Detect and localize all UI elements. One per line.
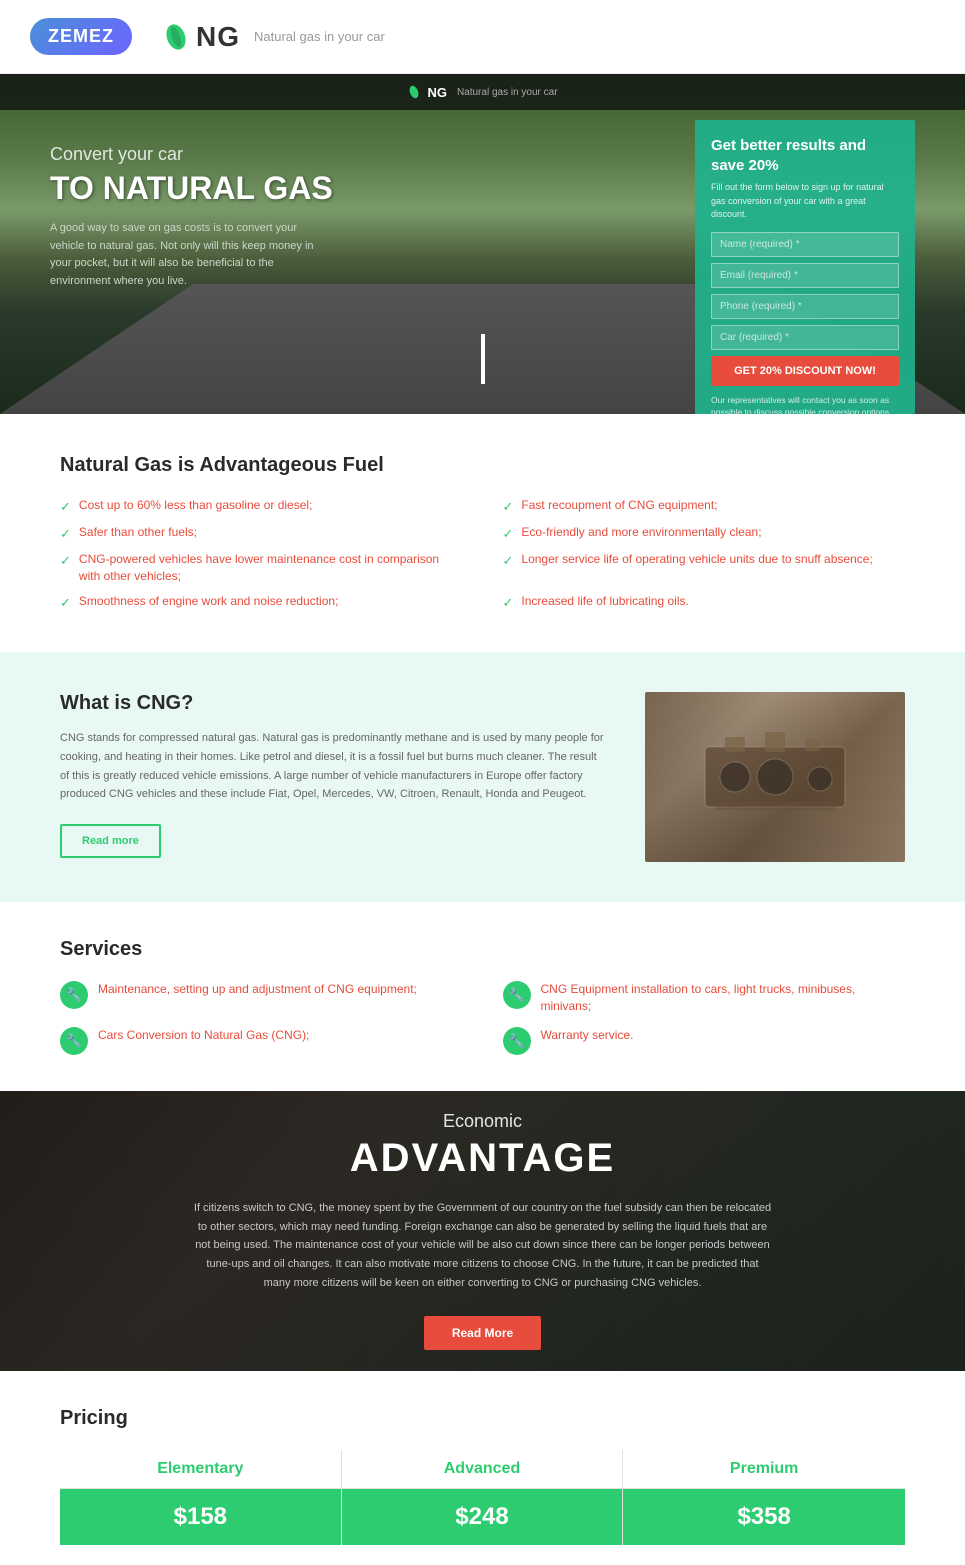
cng-content: What is CNG? CNG stands for compressed n… xyxy=(60,692,605,858)
advantage-text: CNG-powered vehicles have lower maintena… xyxy=(79,551,463,585)
engine-svg xyxy=(685,717,865,837)
name-input[interactable] xyxy=(711,232,899,257)
economic-section: Economic ADVANTAGE If citizens switch to… xyxy=(0,1091,965,1371)
pricing-price-box: $158 xyxy=(60,1489,341,1545)
pricing-price: $358 xyxy=(737,1503,790,1530)
cng-section: What is CNG? CNG stands for compressed n… xyxy=(0,652,965,902)
check-icon: ✓ xyxy=(60,594,71,612)
check-icon: ✓ xyxy=(503,525,514,543)
economic-subtitle: Economic xyxy=(443,1111,522,1132)
advantage-text: Increased life of lubricating oils. xyxy=(521,593,688,610)
services-grid: 🔧 Maintenance, setting up and adjustment … xyxy=(60,981,905,1055)
pricing-col: Elementary $158 xyxy=(60,1450,342,1545)
check-icon: ✓ xyxy=(60,552,71,570)
top-bar: ZEMEZ NG Natural gas in your car xyxy=(0,0,965,74)
zemez-logo[interactable]: ZEMEZ xyxy=(30,18,132,55)
service-item: 🔧 CNG Equipment installation to cars, lig… xyxy=(503,981,906,1015)
check-icon: ✓ xyxy=(503,594,514,612)
pricing-price-box: $358 xyxy=(623,1489,905,1545)
advantage-text: Eco-friendly and more environmentally cl… xyxy=(521,524,761,541)
engine-visual xyxy=(645,692,905,862)
advantage-text: Longer service life of operating vehicle… xyxy=(521,551,872,568)
cng-read-more-button[interactable]: Read more xyxy=(60,824,161,858)
service-text: CNG Equipment installation to cars, ligh… xyxy=(541,981,906,1015)
car-input[interactable] xyxy=(711,325,899,350)
hero-nav-leaf-icon xyxy=(407,85,421,99)
hero-nav: NG Natural gas in your car xyxy=(0,74,965,110)
advantage-item: ✓ CNG-powered vehicles have lower mainten… xyxy=(60,551,463,585)
service-icon: 🔧 xyxy=(503,981,531,1009)
advantage-item: ✓ Cost up to 60% less than gasoline or di… xyxy=(60,497,463,516)
ng-tagline-text: Natural gas in your car xyxy=(254,29,385,44)
service-text: Maintenance, setting up and adjustment o… xyxy=(98,981,417,998)
hero-content: Convert your car TO NATURAL GAS A good w… xyxy=(50,144,333,291)
check-icon: ✓ xyxy=(60,525,71,543)
cng-image xyxy=(645,692,905,862)
form-title: Get better results and save 20% xyxy=(711,136,899,175)
form-footer-text: Our representatives will contact you as … xyxy=(711,394,899,415)
pricing-price: $158 xyxy=(174,1503,227,1530)
service-icon: 🔧 xyxy=(503,1027,531,1055)
pricing-plan-name: Elementary xyxy=(60,1450,341,1489)
pricing-col: Premium $358 xyxy=(623,1450,905,1545)
advantage-item: ✓ Fast recoupment of CNG equipment; xyxy=(503,497,906,516)
advantage-item: ✓ Safer than other fuels; xyxy=(60,524,463,543)
services-title: Services xyxy=(60,938,905,961)
advantage-text: Fast recoupment of CNG equipment; xyxy=(521,497,717,514)
hero-description: A good way to save on gas costs is to co… xyxy=(50,220,330,290)
check-icon: ✓ xyxy=(60,498,71,516)
ng-logo-top: NG Natural gas in your car xyxy=(162,21,385,53)
economic-read-more-button[interactable]: Read more xyxy=(424,1316,541,1350)
pricing-plan-name: Advanced xyxy=(342,1450,623,1489)
hero-nav-tagline: Natural gas in your car xyxy=(457,87,558,98)
service-item: 🔧 Cars Conversion to Natural Gas (CNG); xyxy=(60,1027,463,1055)
pricing-title: Pricing xyxy=(60,1407,905,1430)
hero-form-box: Get better results and save 20% Fill out… xyxy=(695,120,915,414)
hero-title: TO NATURAL GAS xyxy=(50,171,333,206)
pricing-price: $248 xyxy=(455,1503,508,1530)
pricing-plan-name: Premium xyxy=(623,1450,905,1489)
submit-button[interactable]: Get 20% discount now! xyxy=(711,356,899,386)
leaf-icon xyxy=(162,23,190,51)
service-item: 🔧 Maintenance, setting up and adjustment … xyxy=(60,981,463,1015)
advantages-grid: ✓ Cost up to 60% less than gasoline or di… xyxy=(60,497,905,612)
hero-subtitle: Convert your car xyxy=(50,144,333,165)
email-input[interactable] xyxy=(711,263,899,288)
economic-description: If citizens switch to CNG, the money spe… xyxy=(193,1199,773,1292)
service-icon: 🔧 xyxy=(60,981,88,1009)
check-icon: ✓ xyxy=(503,552,514,570)
advantages-title: Natural Gas is Advantageous Fuel xyxy=(60,454,905,477)
form-description: Fill out the form below to sign up for n… xyxy=(711,181,899,222)
advantage-item: ✓ Increased life of lubricating oils. xyxy=(503,593,906,612)
check-icon: ✓ xyxy=(503,498,514,516)
pricing-grid: Elementary $158 Advanced $248 Premium $3… xyxy=(60,1450,905,1545)
pricing-section: Pricing Elementary $158 Advanced $248 Pr… xyxy=(0,1371,965,1565)
pricing-price-box: $248 xyxy=(342,1489,623,1545)
service-text: Warranty service. xyxy=(541,1027,634,1044)
hero-nav-brand: NG xyxy=(427,85,447,100)
services-section: Services 🔧 Maintenance, setting up and ad… xyxy=(0,902,965,1091)
service-text: Cars Conversion to Natural Gas (CNG); xyxy=(98,1027,309,1044)
advantage-text: Cost up to 60% less than gasoline or die… xyxy=(79,497,312,514)
service-icon: 🔧 xyxy=(60,1027,88,1055)
cng-description: CNG stands for compressed natural gas. N… xyxy=(60,729,605,804)
phone-input[interactable] xyxy=(711,294,899,319)
advantage-item: ✓ Eco-friendly and more environmentally c… xyxy=(503,524,906,543)
advantage-text: Safer than other fuels; xyxy=(79,524,197,541)
pricing-col: Advanced $248 xyxy=(342,1450,624,1545)
hero-section: NG Natural gas in your car Convert your … xyxy=(0,74,965,414)
road-line xyxy=(481,334,485,384)
ng-brand-text: NG xyxy=(196,21,240,53)
service-item: 🔧 Warranty service. xyxy=(503,1027,906,1055)
advantage-item: ✓ Smoothness of engine work and noise red… xyxy=(60,593,463,612)
cng-title: What is CNG? xyxy=(60,692,605,715)
economic-title: ADVANTAGE xyxy=(350,1136,615,1181)
advantage-item: ✓ Longer service life of operating vehicl… xyxy=(503,551,906,585)
advantages-section: Natural Gas is Advantageous Fuel ✓ Cost u… xyxy=(0,414,965,652)
advantage-text: Smoothness of engine work and noise redu… xyxy=(79,593,339,610)
